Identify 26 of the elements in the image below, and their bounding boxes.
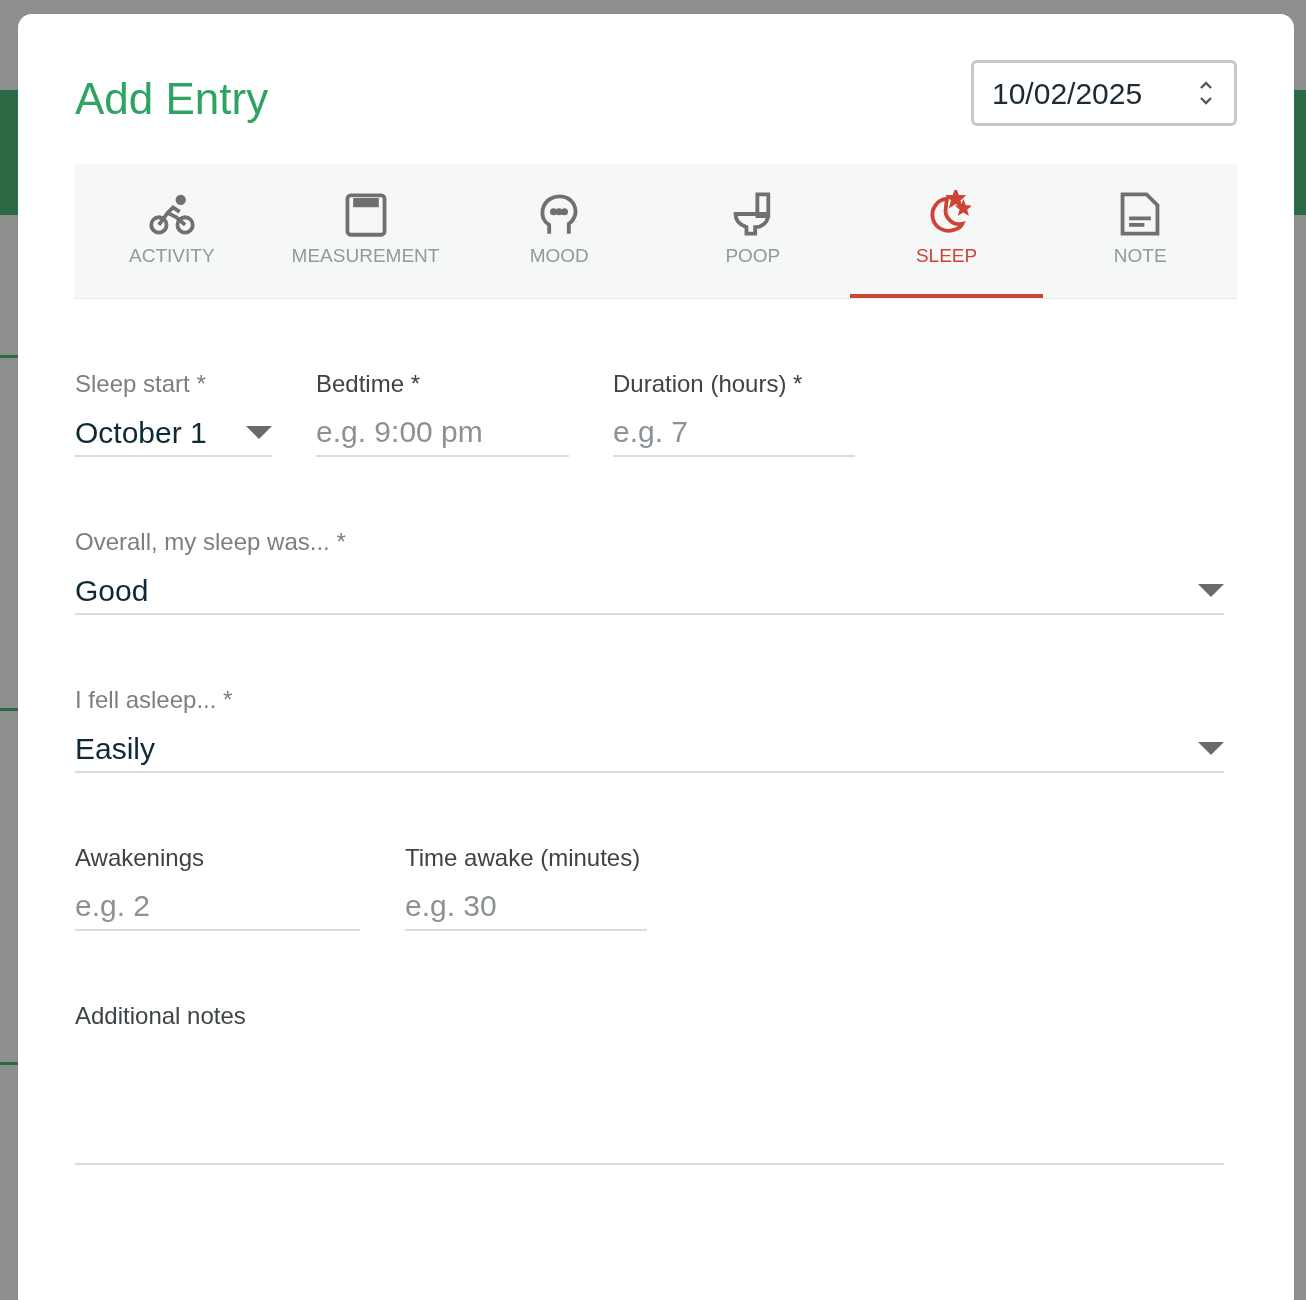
tab[interactable]: POOP xyxy=(656,164,850,298)
field-label: Awakenings xyxy=(75,843,205,873)
tab[interactable]: MEASUREMENT xyxy=(268,164,463,298)
caret-icon xyxy=(1198,741,1224,755)
dropdown[interactable]: Easily xyxy=(75,725,1224,773)
tab[interactable]: ACTIVITY xyxy=(75,164,269,298)
tab[interactable]: SLEEP xyxy=(849,164,1044,298)
input-field[interactable]: e.g. 9:00 pm xyxy=(316,409,569,457)
field-label: Duration (hours) * xyxy=(613,369,804,399)
dropdown[interactable]: October 1 xyxy=(75,409,272,457)
field-label: I fell asleep... * xyxy=(75,685,234,715)
field-label: Sleep start * xyxy=(75,369,207,399)
dropdown[interactable]: Good xyxy=(75,567,1224,615)
date-field[interactable]: 10/02/2025 xyxy=(971,60,1237,126)
field-label: Overall, my sleep was... * xyxy=(75,527,347,557)
field-label: Bedtime * xyxy=(316,369,422,399)
field-label: Time awake (minutes) xyxy=(405,843,642,873)
input-field[interactable]: e.g. 7 xyxy=(613,409,855,457)
input-field[interactable]: e.g. 2 xyxy=(75,883,360,931)
dialog-title: Add Entry xyxy=(75,72,269,125)
input-field[interactable]: e.g. 30 xyxy=(405,883,647,931)
field-label: Additional notes xyxy=(75,1001,247,1031)
caret-icon xyxy=(246,425,272,439)
tab[interactable]: NOTE xyxy=(1043,164,1238,298)
tab[interactable]: MOOD xyxy=(462,164,656,298)
caret-icon xyxy=(1198,583,1224,597)
